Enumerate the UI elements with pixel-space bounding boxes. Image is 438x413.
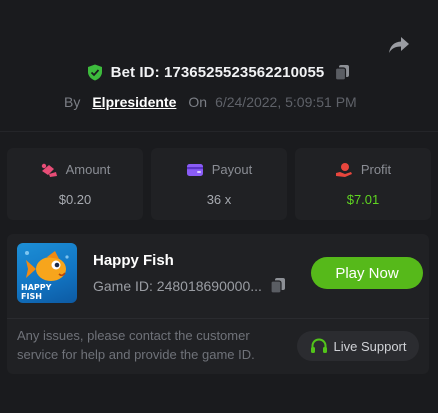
profit-icon <box>335 162 353 178</box>
game-card: HAPPY FISH Happy Fish Game ID: 248018690… <box>7 234 429 374</box>
amount-value: $0.20 <box>58 191 92 207</box>
payout-value: 36 x <box>206 191 232 207</box>
bet-datetime: 6/24/2022, 5:09:51 PM <box>215 94 357 110</box>
game-id: Game ID: 248018690000... <box>93 277 262 294</box>
profit-stat: Profit $7.01 <box>295 148 431 220</box>
header-divider <box>0 131 438 132</box>
play-now-button[interactable]: Play Now <box>311 257 423 289</box>
live-support-button[interactable]: Live Support <box>297 331 419 361</box>
share-button[interactable] <box>386 34 412 56</box>
game-title: Happy Fish <box>93 252 174 269</box>
payout-label: Payout <box>211 162 253 177</box>
profit-value: $7.01 <box>346 191 380 207</box>
on-label: On <box>188 94 208 110</box>
by-label: By <box>64 94 81 110</box>
support-message: Any issues, please contact the customer … <box>17 328 255 362</box>
username-link[interactable]: Elpresidente <box>92 94 176 110</box>
card-divider <box>7 318 429 319</box>
game-id-row: Game ID: 248018690000... <box>93 277 286 294</box>
thumb-title: HAPPY FISH <box>21 283 52 301</box>
profit-label: Profit <box>360 162 392 177</box>
bet-id: Bet ID: 1736525523562210055 <box>110 64 325 81</box>
amount-icon <box>40 162 58 178</box>
live-support-label: Live Support <box>333 338 407 354</box>
bet-id-row: Bet ID: 1736525523562210055 <box>0 64 438 81</box>
verified-shield-icon <box>87 64 103 81</box>
author-row: By Elpresidente On 6/24/2022, 5:09:51 PM <box>64 92 357 112</box>
headset-icon <box>310 337 328 355</box>
copy-game-id-icon[interactable] <box>270 277 286 294</box>
share-icon <box>389 37 409 53</box>
amount-label: Amount <box>65 162 111 177</box>
wallet-icon <box>186 162 204 178</box>
copy-bet-id-icon[interactable] <box>334 64 351 81</box>
payout-stat: Payout 36 x <box>151 148 287 220</box>
amount-stat: Amount $0.20 <box>7 148 143 220</box>
game-thumbnail[interactable]: HAPPY FISH <box>17 243 77 303</box>
